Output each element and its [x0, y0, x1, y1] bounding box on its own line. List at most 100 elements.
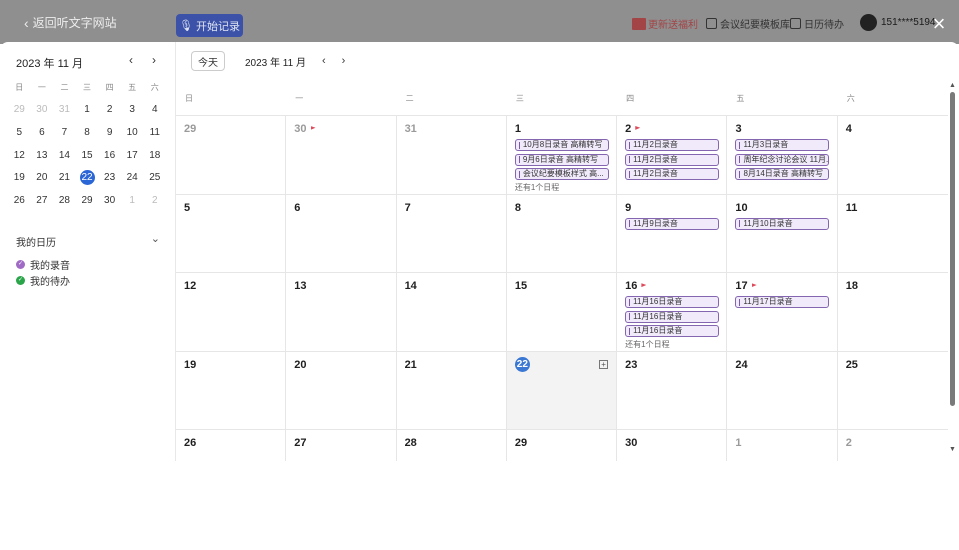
calendar-item-todos[interactable]: ✓ 我的待办: [16, 273, 70, 288]
mini-day[interactable]: 18: [143, 150, 166, 161]
mini-day[interactable]: 31: [53, 104, 76, 115]
event-chip[interactable]: 11月2日录音: [625, 139, 720, 151]
mini-day[interactable]: 11: [143, 127, 166, 138]
mini-day[interactable]: 14: [53, 150, 76, 161]
mini-day[interactable]: 1: [76, 104, 99, 115]
chevron-down-icon[interactable]: ⌄: [151, 232, 160, 245]
day-cell[interactable]: 9 11月9日录音: [617, 194, 728, 273]
day-cell[interactable]: 29: [176, 116, 287, 194]
mini-day[interactable]: 24: [121, 172, 144, 183]
mini-day[interactable]: 12: [8, 150, 31, 161]
event-chip[interactable]: 10月8日录音 高精转写: [514, 139, 609, 151]
event-chip[interactable]: 11月10日录音: [735, 217, 830, 230]
mini-day[interactable]: 22: [76, 170, 99, 186]
event-chip[interactable]: 11月17日录音: [735, 296, 830, 309]
event-chip[interactable]: 11月16日录音: [625, 325, 720, 338]
event-chip[interactable]: 8月14日录音 高精转写: [735, 168, 830, 181]
calendar-scrollbar[interactable]: ▲ ▼: [948, 82, 957, 461]
day-cell[interactable]: 8: [507, 194, 618, 273]
day-cell[interactable]: 3 11月3日录音 周年纪念讨论会议 11月... 8月14日录音 高精转写: [727, 116, 838, 194]
day-cell[interactable]: 7: [397, 194, 507, 273]
day-cell[interactable]: 2: [838, 430, 948, 461]
day-cell[interactable]: 16 11月16日录音 11月16日录音 11月16日录音 还有1个日程: [617, 273, 728, 351]
event-chip[interactable]: 11月2日录音: [625, 168, 720, 181]
mini-day[interactable]: 6: [31, 127, 54, 138]
mini-day[interactable]: 9: [98, 127, 121, 138]
event-chip[interactable]: 9月6日录音 高精转写: [514, 153, 609, 166]
day-cell[interactable]: 26: [176, 430, 287, 461]
check-circle-icon[interactable]: ✓: [16, 276, 25, 285]
more-events-link[interactable]: 还有1个日程: [515, 182, 608, 193]
mini-day[interactable]: 17: [121, 150, 144, 161]
day-cell[interactable]: 1: [727, 430, 838, 461]
day-cell[interactable]: 1 10月8日录音 高精转写 9月6日录音 高精转写 会议纪要模板样式 高... 还有1…: [507, 116, 618, 194]
event-chip[interactable]: 11月16日录音: [625, 310, 720, 323]
mini-day[interactable]: 15: [76, 150, 99, 161]
user-menu[interactable]: 151****5194: [860, 14, 936, 31]
mini-prev-month-icon[interactable]: ‹: [129, 53, 133, 67]
event-chip[interactable]: 11月16日录音: [625, 296, 720, 309]
mini-day[interactable]: 8: [76, 127, 99, 138]
day-cell[interactable]: 14: [397, 273, 507, 351]
day-cell[interactable]: 10 11月10日录音: [727, 194, 838, 273]
mini-day[interactable]: 10: [121, 127, 144, 138]
event-chip[interactable]: 会议纪要模板样式 高...: [514, 168, 609, 181]
day-cell[interactable]: 20: [286, 351, 397, 430]
close-icon[interactable]: ×: [928, 13, 950, 36]
mini-day[interactable]: 4: [143, 104, 166, 115]
mini-day[interactable]: 13: [31, 150, 54, 161]
mini-day[interactable]: 29: [76, 195, 99, 206]
mini-day[interactable]: 28: [53, 195, 76, 206]
mini-day[interactable]: 20: [31, 172, 54, 183]
day-cell[interactable]: 19: [176, 351, 287, 430]
mini-day[interactable]: 30: [98, 195, 121, 206]
day-cell[interactable]: 18: [838, 273, 948, 351]
day-cell[interactable]: 25: [838, 352, 948, 430]
calendar-todo-link[interactable]: 日历待办: [790, 16, 844, 31]
day-cell[interactable]: 5: [176, 194, 287, 273]
back-to-site-link[interactable]: ‹ 返回听文字网站: [24, 14, 117, 31]
check-circle-icon[interactable]: ✓: [16, 260, 25, 269]
day-cell[interactable]: 17 11月17日录音: [727, 273, 838, 351]
day-cell[interactable]: 23: [617, 351, 728, 430]
mini-day[interactable]: 7: [53, 127, 76, 138]
mini-day[interactable]: 19: [8, 172, 31, 183]
mini-day[interactable]: 26: [8, 195, 31, 206]
mini-day[interactable]: 23: [98, 172, 121, 183]
mini-day[interactable]: 5: [8, 127, 31, 138]
mini-day[interactable]: 30: [31, 104, 54, 115]
day-cell[interactable]: 30: [617, 430, 728, 461]
add-event-icon[interactable]: +: [599, 359, 609, 369]
day-cell[interactable]: 15: [507, 273, 618, 351]
template-library-link[interactable]: 会议纪要模板库: [706, 16, 790, 31]
day-cell[interactable]: 13: [286, 273, 397, 351]
mini-day[interactable]: 2: [98, 104, 121, 115]
day-cell[interactable]: 12: [176, 273, 287, 351]
event-chip[interactable]: 11月3日录音: [735, 139, 830, 151]
mini-day[interactable]: 27: [31, 195, 54, 206]
mini-day[interactable]: 29: [8, 104, 31, 115]
event-chip[interactable]: 周年纪念讨论会议 11月...: [735, 153, 830, 166]
my-calendars-header[interactable]: 我的日历 ⌄: [16, 232, 160, 249]
mini-day[interactable]: 1: [121, 195, 144, 206]
mini-day[interactable]: 16: [98, 150, 121, 161]
day-cell[interactable]: 11: [838, 195, 948, 273]
mini-day[interactable]: 21: [53, 172, 76, 183]
next-month-icon[interactable]: ›: [342, 55, 346, 67]
start-recording-button[interactable]: 🎙 开始记录: [176, 14, 243, 37]
day-cell[interactable]: 2 11月2日录音 11月2日录音 11月2日录音: [617, 116, 728, 194]
mini-next-month-icon[interactable]: ›: [152, 53, 156, 67]
mini-day[interactable]: 3: [121, 104, 144, 115]
day-cell[interactable]: 21: [397, 351, 507, 430]
calendar-item-recordings[interactable]: ✓ 我的录音: [16, 257, 70, 272]
event-chip[interactable]: 11月9日录音: [625, 217, 720, 230]
day-cell[interactable]: 29: [507, 430, 618, 461]
day-cell[interactable]: 27: [286, 430, 397, 461]
day-cell[interactable]: 24: [727, 351, 838, 430]
scroll-up-icon[interactable]: ▲: [948, 82, 957, 89]
day-cell[interactable]: 22 +: [506, 351, 618, 430]
event-chip[interactable]: 11月2日录音: [625, 153, 720, 166]
mini-day[interactable]: 2: [143, 195, 166, 206]
scroll-down-icon[interactable]: ▼: [948, 446, 957, 453]
scrollbar-thumb[interactable]: [950, 92, 955, 406]
